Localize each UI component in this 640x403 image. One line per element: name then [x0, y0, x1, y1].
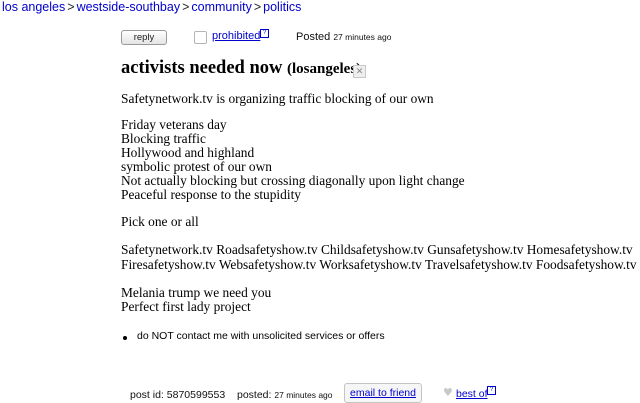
posted-info: Posted 27 minutes ago [296, 31, 391, 43]
post-body-line: Perfect first lady project [121, 299, 251, 314]
bullet-icon [123, 336, 127, 340]
post-id: post id: 5870599553 [130, 389, 225, 401]
post-body-line: Melania trump we need you [121, 285, 272, 300]
prohibited-checkbox[interactable] [194, 31, 207, 44]
post-body-line: Pick one or all [121, 214, 199, 229]
reply-button[interactable]: reply [121, 30, 167, 45]
posted-label: Posted [296, 31, 331, 43]
posted-time: 27 minutes ago [333, 32, 392, 42]
breadcrumb-link-politics[interactable]: politics [263, 0, 301, 14]
post-title: activists needed now (losangeles) [121, 58, 361, 79]
post-body-line: Peaceful response to the stupidity [121, 187, 301, 202]
post-body-line: Safetynetwork.tv Roadsafetyshow.tv Child… [121, 242, 633, 257]
email-to-friend-button[interactable]: email to friend [344, 383, 422, 403]
footer-posted-time: 27 minutes ago [274, 390, 333, 400]
breadcrumb-separator: > [182, 0, 190, 14]
post-body-line: Safetynetwork.tv is organizing traffic b… [121, 91, 434, 106]
footer-posted: posted: 27 minutes ago [237, 389, 333, 401]
breadcrumb-separator: > [253, 0, 262, 14]
best-of-link[interactable]: best of [456, 388, 488, 400]
help-icon[interactable]: ? [487, 386, 496, 395]
breadcrumb: los angeles > westside-southbay > community >… [2, 0, 301, 14]
breadcrumb-link-community[interactable]: community [191, 0, 251, 14]
heart-icon[interactable]: ♥ [443, 386, 453, 399]
post-id-value: 5870599553 [166, 389, 226, 401]
post-id-label: post id: [130, 389, 164, 401]
post-body-line: Hollywood and highland [121, 145, 255, 160]
post-body-line: Not actually blocking but crossing diago… [121, 173, 465, 188]
footer-posted-label: posted: [237, 389, 272, 401]
post-location: (losangeles) [287, 61, 362, 77]
post-body-line: Firesafetyshow.tv Websafetyshow.tv Works… [121, 257, 637, 272]
post-body-line: Blocking traffic [121, 131, 206, 146]
post-body-line: Friday veterans day [121, 117, 227, 132]
breadcrumb-separator: > [67, 0, 75, 14]
help-icon[interactable]: ? [260, 29, 269, 38]
post-body-line: symbolic protest of our own [121, 159, 272, 174]
prohibited-link[interactable]: prohibited [212, 30, 260, 42]
breadcrumb-link-westside-southbay[interactable]: westside-southbay [77, 0, 181, 14]
breadcrumb-link-los-angeles[interactable]: los angeles [2, 0, 65, 14]
contact-notice: do NOT contact me with unsolicited servi… [137, 330, 385, 342]
hide-post-icon[interactable]: ✕ [353, 65, 366, 78]
post-title-text: activists needed now [121, 58, 283, 78]
